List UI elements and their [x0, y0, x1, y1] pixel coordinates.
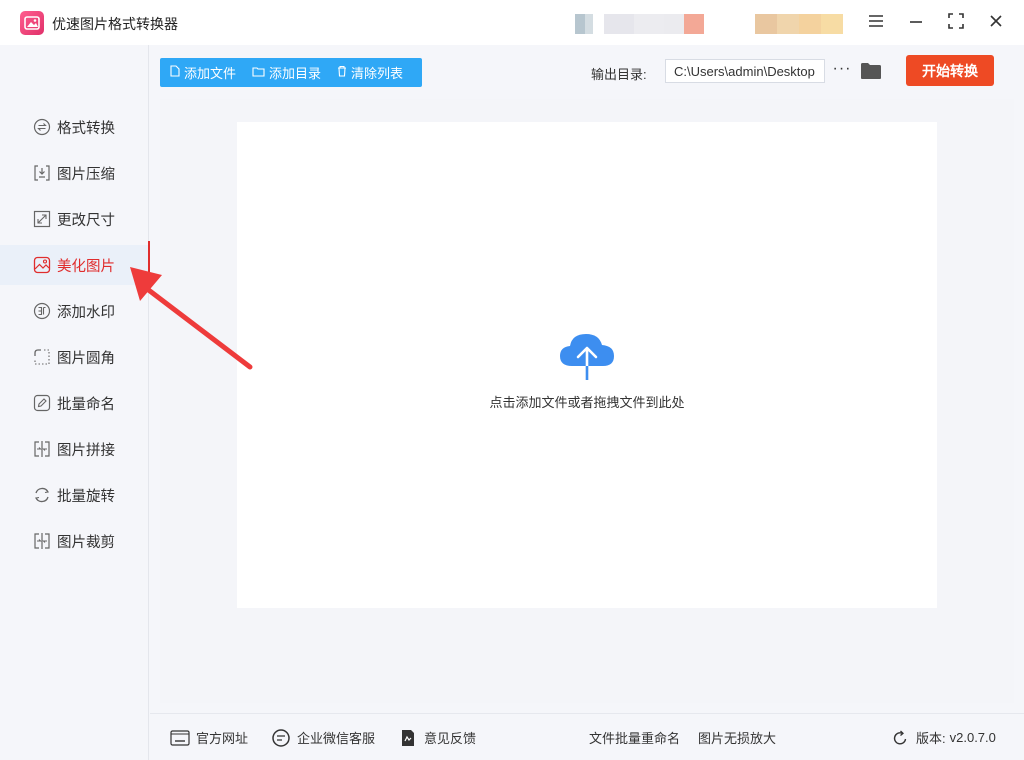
batch-rename-link[interactable]: 文件批量重命名 — [589, 728, 680, 747]
sidebar-item-label: 格式转换 — [57, 120, 115, 137]
beautify-icon — [33, 256, 51, 274]
file-toolbar: 添加文件 添加目录 清除列表 — [160, 58, 422, 87]
open-folder-icon[interactable] — [860, 62, 882, 80]
wechat-icon — [271, 728, 291, 747]
minimize-icon[interactable] — [906, 10, 926, 32]
swap-circle-icon — [33, 118, 51, 136]
watermark-icon — [33, 302, 51, 320]
lossless-upscale-link[interactable]: 图片无损放大 — [698, 728, 776, 747]
sidebar-item-label: 图片圆角 — [57, 350, 115, 367]
rotate-icon — [33, 486, 51, 504]
sidebar-item-label: 批量命名 — [57, 396, 115, 413]
feedback-link[interactable]: 意见反馈 — [398, 728, 476, 747]
menu-icon[interactable] — [866, 10, 886, 32]
add-folder-button[interactable]: 添加目录 — [252, 63, 321, 82]
website-link[interactable]: 官方网址 — [170, 728, 248, 747]
add-file-button[interactable]: 添加文件 — [170, 63, 236, 82]
resize-icon — [33, 210, 51, 228]
file-drop-area[interactable]: 点击添加文件或者拖拽文件到此处 — [237, 122, 937, 608]
sidebar-item-label: 更改尺寸 — [57, 212, 115, 229]
wechat-support-link[interactable]: 企业微信客服 — [271, 728, 375, 747]
compress-icon — [33, 164, 51, 182]
footer-bar: 官方网址 企业微信客服 意见反馈 文件批量重命名 图片无损放大 版本: v2.0… — [150, 713, 1024, 760]
sidebar-item-label: 添加水印 — [57, 304, 115, 321]
sidebar-item-label: 美化图片 — [57, 258, 115, 275]
sidebar-item-label: 图片拼接 — [57, 442, 115, 459]
sidebar-item-crop[interactable]: 图片裁剪 — [0, 521, 149, 561]
cloud-upload-icon — [560, 334, 614, 382]
rename-icon — [33, 394, 51, 412]
app-title: 优速图片格式转换器 — [52, 16, 178, 32]
refresh-icon — [890, 729, 910, 747]
browse-more-button[interactable]: ··· — [832, 60, 852, 82]
user-name[interactable] — [604, 14, 704, 34]
version-info[interactable]: 版本: v2.0.7.0 — [890, 728, 996, 747]
sidebar-item-rename[interactable]: 批量命名 — [0, 383, 149, 423]
website-icon — [170, 729, 190, 747]
title-bar: 优速图片格式转换器 — [0, 0, 1024, 45]
sidebar: 格式转换 图片压缩 更改尺寸 美化图片 添加水印 图片圆角 批量命名 图片拼接 … — [0, 45, 150, 760]
sidebar-item-stitch[interactable]: 图片拼接 — [0, 429, 149, 469]
trash-icon — [337, 65, 347, 80]
app-logo-icon — [20, 11, 44, 35]
output-dir-input[interactable] — [665, 59, 825, 83]
sidebar-item-compress[interactable]: 图片压缩 — [0, 153, 149, 193]
sidebar-item-format-convert[interactable]: 格式转换 — [0, 107, 149, 147]
maximize-icon[interactable] — [946, 10, 966, 32]
crop-icon — [33, 532, 51, 550]
clear-list-button[interactable]: 清除列表 — [337, 63, 403, 82]
sidebar-item-label: 图片裁剪 — [57, 534, 115, 551]
start-convert-button[interactable]: 开始转换 — [906, 55, 994, 86]
drop-hint-text: 点击添加文件或者拖拽文件到此处 — [489, 395, 685, 410]
sidebar-item-label: 图片压缩 — [57, 166, 115, 183]
user-avatar[interactable] — [575, 14, 593, 34]
stitch-icon — [33, 440, 51, 458]
vip-badge[interactable] — [755, 14, 843, 34]
sidebar-item-beautify[interactable]: 美化图片 — [0, 241, 150, 289]
sidebar-item-rounded-corner[interactable]: 图片圆角 — [0, 337, 149, 377]
sidebar-item-rotate[interactable]: 批量旋转 — [0, 475, 149, 515]
feedback-icon — [398, 729, 418, 747]
sidebar-item-resize[interactable]: 更改尺寸 — [0, 199, 149, 239]
rounded-corner-icon — [33, 348, 51, 366]
sidebar-item-watermark[interactable]: 添加水印 — [0, 291, 149, 331]
sidebar-item-label: 批量旋转 — [57, 488, 115, 505]
close-icon[interactable] — [986, 10, 1006, 32]
output-dir-label: 输出目录: — [591, 67, 647, 82]
file-icon — [170, 65, 180, 80]
folder-icon — [252, 66, 265, 80]
